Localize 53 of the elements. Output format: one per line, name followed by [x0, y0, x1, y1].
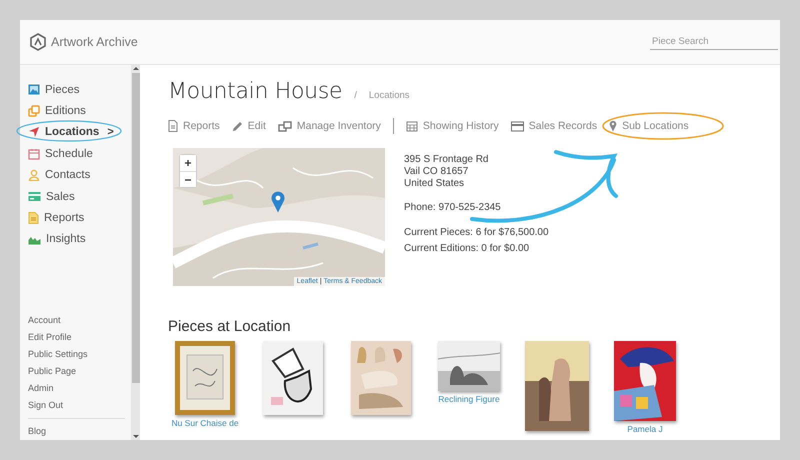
card-icon — [28, 191, 41, 202]
page-title: Mountain House — [168, 79, 342, 104]
address-text: 395 S Frontage Rd Vail CO 81657 United States — [404, 154, 490, 190]
scrollbar[interactable] — [131, 65, 140, 440]
sidebar-link[interactable]: Public Page — [28, 363, 131, 380]
piece-title-link[interactable]: Nu Sur Chaise de — [171, 418, 239, 428]
card-icon — [510, 120, 524, 132]
sidebar-item[interactable]: Reports — [28, 207, 131, 229]
zoom-out-button[interactable]: − — [180, 171, 196, 187]
piece-title-link[interactable]: Reclining Figure — [438, 394, 500, 404]
action-link[interactable]: Sub Locations — [609, 120, 689, 132]
document-icon — [28, 212, 39, 224]
logo-icon — [30, 33, 46, 51]
location-arrow-icon — [28, 126, 40, 138]
sidebar-item[interactable]: Insights — [28, 228, 131, 250]
pencil-icon — [232, 120, 243, 132]
sidebar-item[interactable]: Pieces — [28, 79, 131, 100]
calendar-icon — [28, 148, 40, 160]
phone-text: Phone: 970-525-2345 — [404, 202, 502, 214]
windows-icon — [278, 120, 292, 132]
map-marker-icon — [271, 191, 285, 213]
scroll-up-icon[interactable] — [132, 65, 138, 73]
section-heading: Pieces at Location — [168, 318, 292, 335]
action-link[interactable]: Reports — [168, 120, 220, 132]
sidebar-link[interactable]: Blog — [28, 423, 131, 440]
sidebar-item[interactable]: Editions — [28, 100, 131, 122]
sidebar-link[interactable]: Edit Profile — [28, 329, 131, 346]
breadcrumb-link[interactable]: Locations — [368, 90, 410, 101]
sidebar-item[interactable]: Contacts — [28, 164, 131, 186]
action-link[interactable]: Manage Inventory — [278, 120, 381, 132]
sidebar-item[interactable]: Sales — [28, 186, 131, 208]
calendar-icon — [406, 120, 418, 132]
sidebar-link[interactable]: Account — [28, 312, 131, 329]
current-pieces-text: Current Pieces: 6 for $76,500.00 — [404, 227, 549, 239]
action-link[interactable]: Edit — [232, 120, 266, 132]
person-icon — [28, 169, 40, 182]
sidebar-link[interactable]: Admin — [28, 380, 131, 397]
piece-title-link[interactable]: Pamela J — [627, 424, 663, 434]
scroll-down-icon[interactable] — [132, 432, 138, 440]
sidebar-link[interactable]: Public Settings — [28, 346, 131, 363]
action-link[interactable]: Showing History — [406, 120, 499, 132]
copies-icon — [28, 105, 40, 118]
sidebar-item[interactable]: Schedule — [28, 143, 131, 164]
action-link[interactable]: Sales Records — [510, 120, 598, 132]
image-icon — [28, 84, 40, 96]
breadcrumb-separator: / — [354, 90, 357, 101]
search-field[interactable]: Piece Search — [650, 34, 778, 50]
sidebar-link[interactable]: Sign Out — [28, 397, 131, 414]
map-pin-icon — [609, 120, 618, 132]
document-icon — [168, 120, 178, 132]
logo-text: Artwork Archive — [51, 35, 138, 49]
current-editions-text: Current Editions: 0 for $0.00 — [404, 243, 530, 255]
sidebar-item[interactable]: Locations > — [28, 122, 131, 144]
